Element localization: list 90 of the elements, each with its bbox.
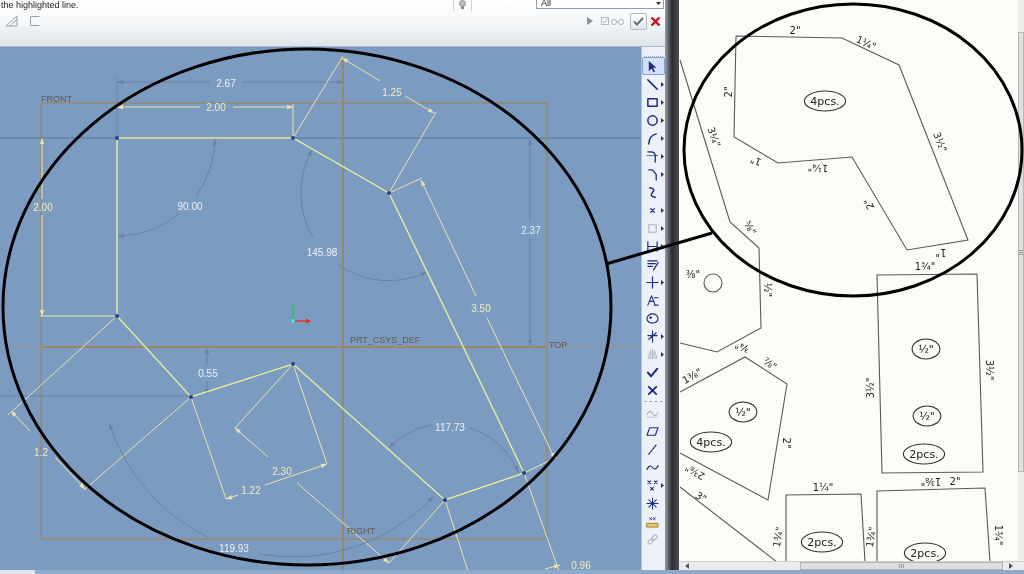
- handwritten-label: ½": [735, 405, 751, 419]
- handwritten-label: 1⅜": [680, 366, 704, 386]
- handwritten-label: ½": [919, 409, 935, 423]
- handwritten-label: ½": [761, 282, 773, 298]
- check-button[interactable]: [630, 12, 647, 30]
- vertex-point-icon: [189, 395, 193, 399]
- flyout-arrow-icon[interactable]: [661, 153, 664, 159]
- handwritten-label: ¾": [733, 339, 751, 355]
- handwritten-label: 1": [935, 246, 947, 258]
- dimension-value: 2.37: [521, 224, 541, 236]
- handwritten-label: 2pcs.: [909, 447, 939, 461]
- dimension-value: 0.96: [571, 559, 591, 570]
- handwritten-label: 1⅜": [920, 475, 942, 487]
- handwritten-label: 2": [722, 86, 734, 98]
- flyout-arrow-icon[interactable]: [661, 171, 664, 177]
- vertex-point-icon: [291, 136, 295, 140]
- datum-label: TOP: [549, 340, 568, 350]
- checkbox-glasses-icon[interactable]: [601, 16, 625, 26]
- handwritten-label: 2⅜": [683, 462, 707, 482]
- handwritten-label: 1¾": [863, 525, 879, 549]
- handwritten-label: 1¾": [770, 525, 786, 549]
- handwritten-label: 4pcs.: [810, 94, 840, 108]
- dimension-value: 2.67: [216, 77, 236, 89]
- handwritten-label: 2pcs.: [807, 535, 837, 549]
- handwritten-label: ⅝": [741, 219, 759, 237]
- caret-icon: [656, 2, 661, 5]
- scroll-left-icon[interactable]: [685, 563, 689, 569]
- handwritten-label: 4pcs.: [696, 435, 726, 449]
- dimension-value: 0.55: [198, 367, 218, 379]
- vertex-point-icon: [115, 314, 119, 318]
- handwritten-label: 2": [949, 475, 961, 487]
- handwritten-label: ½": [918, 342, 934, 356]
- dimension-value: 2.00: [206, 101, 226, 113]
- handwritten-label: 3½": [931, 130, 949, 154]
- handwritten-label: 3½": [864, 377, 876, 399]
- handwritten-label: 3": [693, 489, 709, 505]
- dimension-value: 2.00: [33, 201, 53, 213]
- handwritten-label: 1¾": [992, 524, 1004, 546]
- handwritten-label: 1¾": [914, 260, 936, 272]
- dimension-value: 1.22: [241, 484, 261, 496]
- close-icon[interactable]: [650, 15, 661, 27]
- check-icon: [633, 16, 644, 26]
- prompt-text: the highlighted line.: [0, 0, 79, 10]
- flyout-arrow-icon[interactable]: [661, 333, 664, 339]
- vertex-point-icon: [387, 191, 391, 195]
- flyout-arrow-icon[interactable]: [661, 135, 664, 141]
- grip-icon: [1019, 249, 1023, 255]
- flyout-arrow-icon[interactable]: [661, 81, 664, 87]
- datum-label: PRT_CSYS_DEF: [350, 335, 421, 345]
- handwritten-label: 1¼": [807, 161, 829, 175]
- sketch-tool-button[interactable]: [642, 57, 665, 75]
- vertex-point-icon: [291, 362, 295, 366]
- play-icon[interactable]: [587, 17, 593, 25]
- handwritten-label: 3½": [983, 359, 995, 381]
- dimension-value: 145.98: [306, 246, 338, 258]
- axis-triad-icon: [291, 303, 311, 324]
- flyout-arrow-icon[interactable]: [661, 279, 664, 285]
- dimension-value: 119.93: [219, 542, 249, 554]
- dimension-value: 3.50: [471, 302, 491, 314]
- scrollbar-thumb[interactable]: [1018, 32, 1024, 472]
- scrollbar-thumb[interactable]: [800, 562, 1003, 570]
- vertex-point-icon: [522, 471, 526, 475]
- scroll-right-icon[interactable]: [1009, 563, 1013, 569]
- flyout-arrow-icon[interactable]: [661, 99, 664, 105]
- flyout-arrow-icon[interactable]: [661, 482, 664, 488]
- handwritten-label: 2": [861, 196, 877, 212]
- handwritten-label: 1": [748, 153, 764, 169]
- datum-label: FRONT: [41, 94, 72, 104]
- handwritten-label: 1¼": [812, 481, 834, 493]
- hole-circle: [703, 273, 723, 293]
- grip-icon: [899, 564, 904, 568]
- bulb-icon[interactable]: [459, 0, 466, 9]
- handwritten-label: 2pcs.: [910, 546, 940, 560]
- dimension-value: 2.30: [272, 465, 292, 477]
- handwritten-label: ⅜": [685, 268, 701, 280]
- dimension-value: 90.00: [177, 200, 203, 212]
- handwritten-label: ⅞": [761, 355, 779, 373]
- flyout-arrow-icon[interactable]: [661, 243, 664, 249]
- flyout-arrow-icon[interactable]: [661, 117, 664, 123]
- vertex-point-icon: [443, 498, 447, 502]
- handwritten-label: 2": [789, 24, 801, 36]
- dimension-value: 1.2: [34, 446, 48, 458]
- handwritten-label: 1¼": [854, 33, 878, 53]
- flyout-arrow-icon[interactable]: [661, 207, 664, 213]
- vertex-point-icon: [115, 136, 119, 140]
- dimension-value: 117.73: [435, 421, 465, 433]
- handwritten-label: 3¼": [705, 125, 723, 149]
- filter-dropdown[interactable]: All: [536, 0, 664, 9]
- dimension-value: 1.25: [382, 86, 402, 98]
- handwritten-label: 2": [780, 437, 792, 449]
